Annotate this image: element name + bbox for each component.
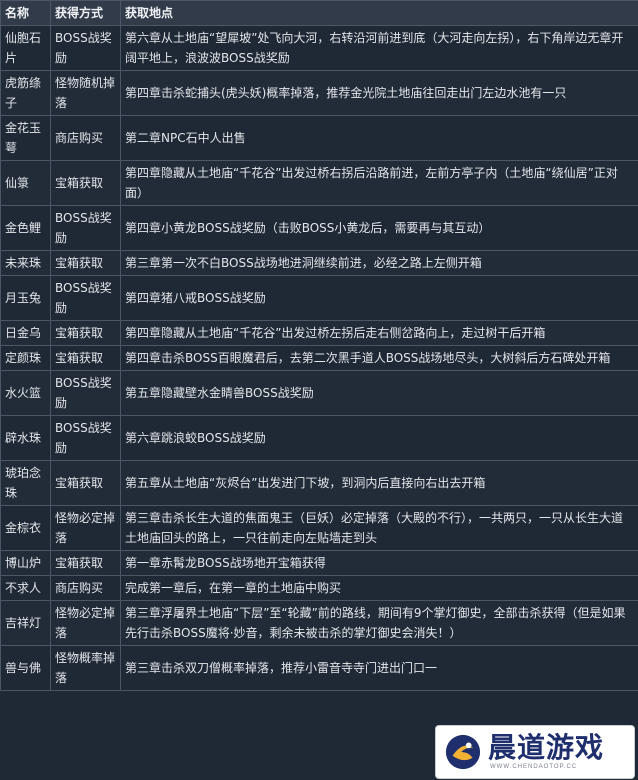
table-row: 吉祥灯 怪物必定掉落 第三章浮屠界土地庙“下层”至“轮藏”前的路线，期间有9个掌灯御… xyxy=(0,600,638,646)
table-row: 不求人 商店购买 完成第一章后，在第一章的土地庙中购买 xyxy=(0,575,638,601)
acquire-method-cell: 怪物概率掉落 xyxy=(50,645,121,691)
acquire-location-cell: 第五章隐藏壁水金睛兽BOSS战奖励 xyxy=(120,370,638,416)
acquire-location-cell: 第四章击杀蛇捕头(虎头妖)概率掉落，推荐金光院土地庙往回走出门左边水池有一只 xyxy=(120,70,638,116)
table-row: 金花玉萼 商店购买 第二章NPC石中人出售 xyxy=(0,115,638,161)
acquire-method-cell: 宝箱获取 xyxy=(50,250,121,276)
item-name-cell: 兽与佛 xyxy=(0,645,51,691)
acquire-method-cell: BOSS战奖励 xyxy=(50,25,121,71)
item-name-cell: 琥珀念珠 xyxy=(0,460,51,506)
table-row: 仙箓 宝箱获取 第四章隐藏从土地庙“千花谷”出发过桥右拐后沿路前进，左前方亭子内（土… xyxy=(0,160,638,206)
item-name-cell: 金花玉萼 xyxy=(0,115,51,161)
acquire-method-cell: BOSS战奖励 xyxy=(50,275,121,321)
table-row: 琥珀念珠 宝箱获取 第五章从土地庙“灰烬台”出发进门下坡，到洞内后直接向右出去开箱 xyxy=(0,460,638,506)
acquire-location-cell: 第三章浮屠界土地庙“下层”至“轮藏”前的路线，期间有9个掌灯御史，全部击杀获得（… xyxy=(120,600,638,646)
item-name-cell: 虎筋绦子 xyxy=(0,70,51,116)
acquire-location-cell: 第五章从土地庙“灰烬台”出发进门下坡，到洞内后直接向右出去开箱 xyxy=(120,460,638,506)
acquire-location-cell: 第四章猪八戒BOSS战奖励 xyxy=(120,275,638,321)
acquire-method-cell: 宝箱获取 xyxy=(50,345,121,371)
acquire-location-cell: 第三章击杀双刀僧概率掉落，推荐小雷音寺寺门进出门口一 xyxy=(120,645,638,691)
acquire-location-cell: 第三章击杀长生大道的焦面鬼王（巨妖）必定掉落（大殿的不行），一共两只，一只从长生… xyxy=(120,505,638,551)
item-name-cell: 未来珠 xyxy=(0,250,51,276)
acquire-method-cell: 怪物必定掉落 xyxy=(50,505,121,551)
acquire-method-cell: 怪物必定掉落 xyxy=(50,600,121,646)
item-name-cell: 仙箓 xyxy=(0,160,51,206)
watermark-name: 晨道游戏 xyxy=(488,731,605,764)
item-name-cell: 金色鲤 xyxy=(0,205,51,251)
acquire-method-cell: BOSS战奖励 xyxy=(50,415,121,461)
table-row: 日金乌 宝箱获取 第四章隐藏从土地庙“千花谷”出发过桥左拐后走右侧岔路向上，走过树干… xyxy=(0,320,638,346)
acquire-method-cell: 宝箱获取 xyxy=(50,160,121,206)
acquire-method-cell: BOSS战奖励 xyxy=(50,205,121,251)
acquire-location-cell: 第一章赤髯龙BOSS战场地开宝箱获得 xyxy=(120,550,638,576)
table-row: 博山炉 宝箱获取 第一章赤髯龙BOSS战场地开宝箱获得 xyxy=(0,550,638,576)
acquire-method-cell: 宝箱获取 xyxy=(50,550,121,576)
item-name-cell: 吉祥灯 xyxy=(0,600,51,646)
watermark-url: WWW.CHENDAOTOP.CC xyxy=(490,764,578,770)
items-table: 名称 获得方式 获取地点 仙胞石片 BOSS战奖励 第六章从土地庙“望犀坡”处飞向大… xyxy=(0,0,638,691)
page: 名称 获得方式 获取地点 仙胞石片 BOSS战奖励 第六章从土地庙“望犀坡”处飞向大… xyxy=(0,0,638,780)
table-row: 定颜珠 宝箱获取 第四章击杀BOSS百眼魔君后，去第二次黑手道人BOSS战场地尽头，… xyxy=(0,345,638,371)
column-header-name: 名称 xyxy=(0,0,51,26)
acquire-method-cell: 怪物随机掉落 xyxy=(50,70,121,116)
item-name-cell: 仙胞石片 xyxy=(0,25,51,71)
acquire-location-cell: 第四章小黄龙BOSS战奖励（击败BOSS小黄龙后，需要再与其互动） xyxy=(120,205,638,251)
acquire-location-cell: 第六章跳浪蛟BOSS战奖励 xyxy=(120,415,638,461)
acquire-method-cell: 商店购买 xyxy=(50,575,121,601)
table-row: 金棕衣 怪物必定掉落 第三章击杀长生大道的焦面鬼王（巨妖）必定掉落（大殿的不行），一… xyxy=(0,505,638,551)
table-row: 水火篮 BOSS战奖励 第五章隐藏壁水金睛兽BOSS战奖励 xyxy=(0,370,638,416)
acquire-location-cell: 第三章第一次不白BOSS战场地进洞继续前进，必经之路上左侧开箱 xyxy=(120,250,638,276)
acquire-location-cell: 第六章从土地庙“望犀坡”处飞向大河，右转沿河前进到底（大河走向左拐），右下角岸边… xyxy=(120,25,638,71)
acquire-method-cell: 商店购买 xyxy=(50,115,121,161)
item-name-cell: 水火篮 xyxy=(0,370,51,416)
acquire-method-cell: BOSS战奖励 xyxy=(50,370,121,416)
acquire-location-cell: 第四章击杀BOSS百眼魔君后，去第二次黑手道人BOSS战场地尽头，大树斜后方石碑… xyxy=(120,345,638,371)
item-name-cell: 日金乌 xyxy=(0,320,51,346)
item-name-cell: 不求人 xyxy=(0,575,51,601)
table-row: 月玉兔 BOSS战奖励 第四章猪八戒BOSS战奖励 xyxy=(0,275,638,321)
acquire-location-cell: 第二章NPC石中人出售 xyxy=(120,115,638,161)
acquire-location-cell: 第四章隐藏从土地庙“千花谷”出发过桥右拐后沿路前进，左前方亭子内（土地庙“绕仙居… xyxy=(120,160,638,206)
table-row: 仙胞石片 BOSS战奖励 第六章从土地庙“望犀坡”处飞向大河，右转沿河前进到底（大河… xyxy=(0,25,638,71)
item-name-cell: 定颜珠 xyxy=(0,345,51,371)
acquire-location-cell: 完成第一章后，在第一章的土地庙中购买 xyxy=(120,575,638,601)
column-header-method: 获得方式 xyxy=(50,0,121,26)
item-name-cell: 辟水珠 xyxy=(0,415,51,461)
table-row: 金色鲤 BOSS战奖励 第四章小黄龙BOSS战奖励（击败BOSS小黄龙后，需要再与其… xyxy=(0,205,638,251)
table-row: 虎筋绦子 怪物随机掉落 第四章击杀蛇捕头(虎头妖)概率掉落，推荐金光院土地庙往回走出… xyxy=(0,70,638,116)
table-row: 未来珠 宝箱获取 第三章第一次不白BOSS战场地进洞继续前进，必经之路上左侧开箱 xyxy=(0,250,638,276)
acquire-location-cell: 第四章隐藏从土地庙“千花谷”出发过桥左拐后走右侧岔路向上，走过树干后开箱 xyxy=(120,320,638,346)
site-watermark: 晨道游戏 WWW.CHENDAOTOP.CC xyxy=(436,726,634,778)
item-name-cell: 月玉兔 xyxy=(0,275,51,321)
table-row: 兽与佛 怪物概率掉落 第三章击杀双刀僧概率掉落，推荐小雷音寺寺门进出门口一 xyxy=(0,645,638,691)
table-header-row: 名称 获得方式 获取地点 xyxy=(0,0,638,26)
column-header-location: 获取地点 xyxy=(120,0,638,26)
table-row: 辟水珠 BOSS战奖励 第六章跳浪蛟BOSS战奖励 xyxy=(0,415,638,461)
site-logo-icon xyxy=(445,734,481,770)
item-name-cell: 金棕衣 xyxy=(0,505,51,551)
acquire-method-cell: 宝箱获取 xyxy=(50,460,121,506)
acquire-method-cell: 宝箱获取 xyxy=(50,320,121,346)
item-name-cell: 博山炉 xyxy=(0,550,51,576)
